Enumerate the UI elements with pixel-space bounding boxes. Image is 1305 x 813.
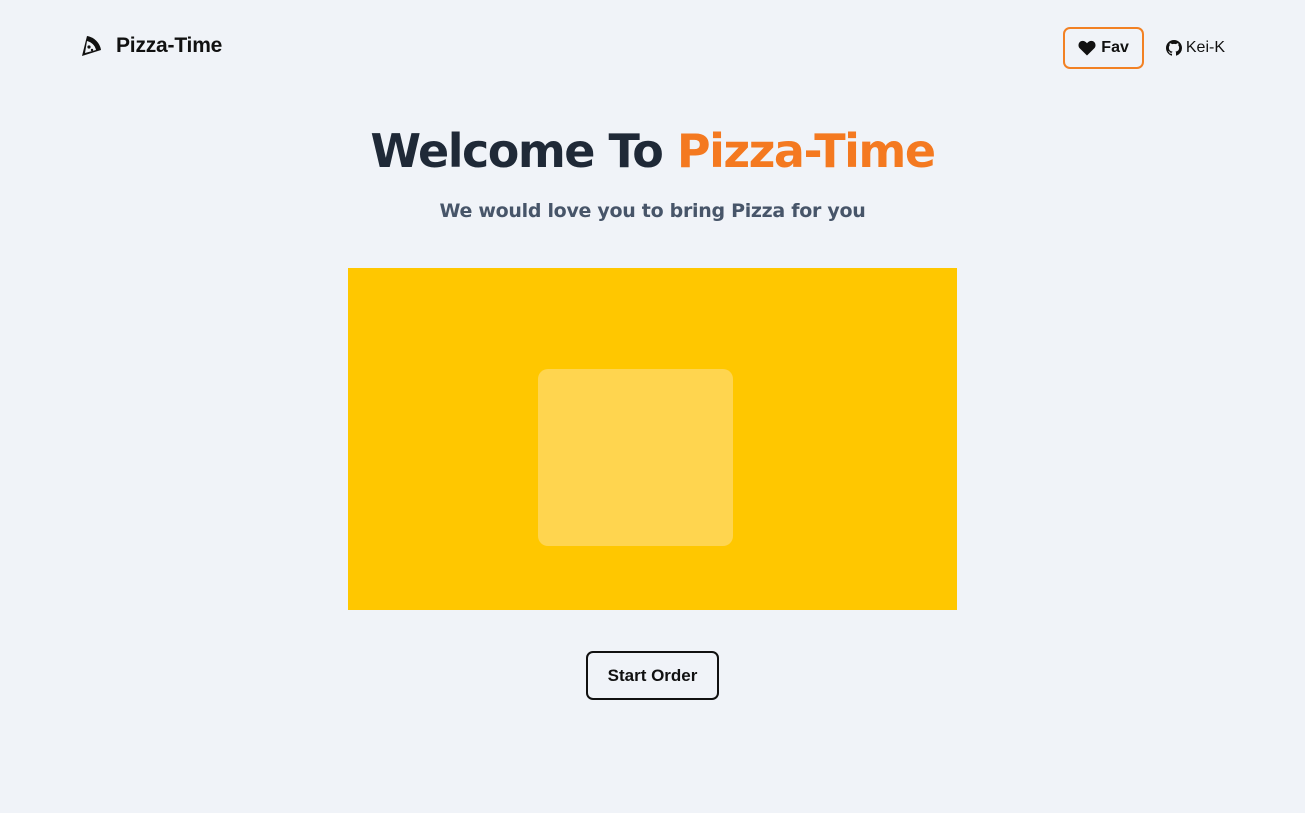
hero-subtitle: We would love you to bring Pizza for you [439, 200, 866, 222]
hero-title: Welcome To Pizza-Time [0, 126, 1305, 177]
hero-title-accent: Pizza-Time [676, 124, 936, 178]
heart-icon [1078, 40, 1096, 56]
fav-button[interactable]: Fav [1063, 27, 1144, 69]
pizza-slice-icon [80, 34, 102, 58]
hero-image [348, 268, 957, 610]
hero-title-prefix: Welcome To [370, 124, 677, 178]
page: Pizza-Time Fav Kei-K Welcome To Pizza-Ti… [0, 0, 1305, 813]
github-label: Kei-K [1185, 39, 1225, 56]
brand-name: Pizza-Time [116, 34, 223, 57]
github-icon [1165, 40, 1182, 56]
start-order-button[interactable]: Start Order [586, 651, 719, 700]
brand-link[interactable]: Pizza-Time [80, 34, 222, 58]
github-link[interactable]: Kei-K [1165, 39, 1225, 57]
image-placeholder [538, 369, 733, 546]
fav-label: Fav [1101, 39, 1129, 56]
top-nav: Fav Kei-K [1063, 27, 1225, 69]
